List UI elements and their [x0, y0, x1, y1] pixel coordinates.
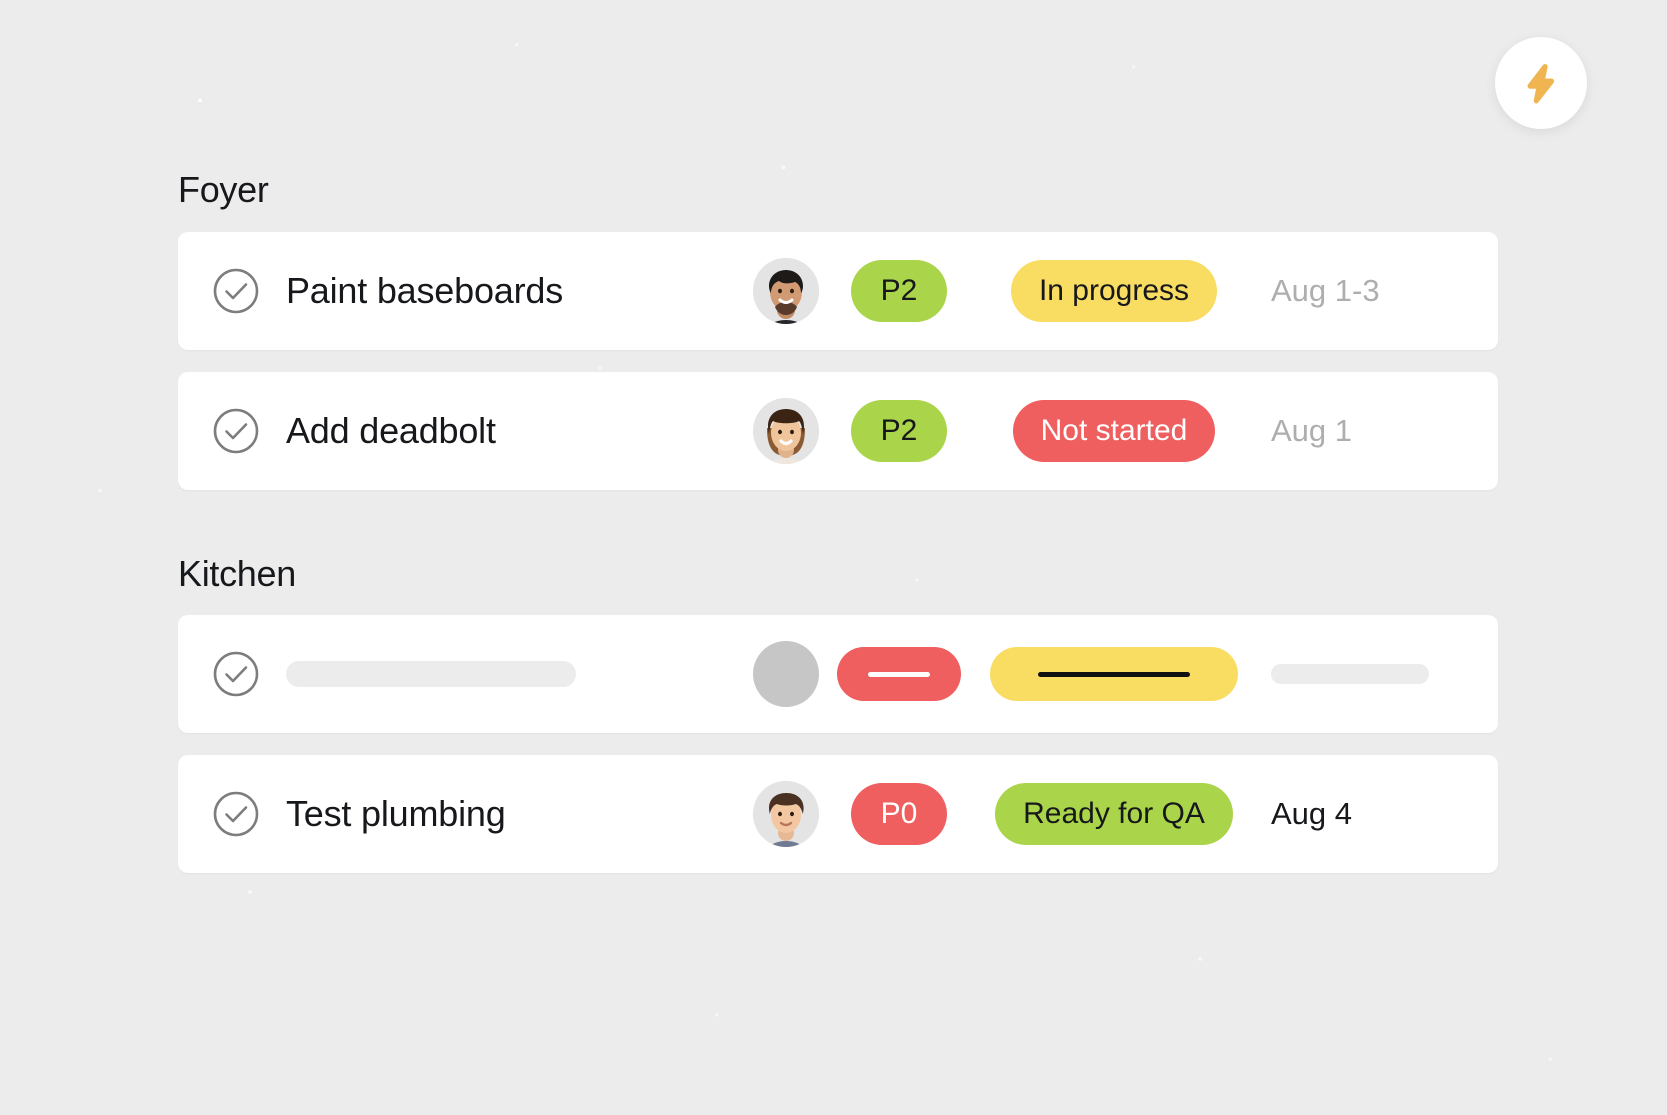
priority-cell [819, 647, 979, 701]
task-row[interactable]: Add deadbolt P2 Not started Aug 1 [178, 372, 1498, 490]
task-date[interactable]: Aug 4 [1271, 796, 1352, 832]
status-cell: In progress [979, 260, 1249, 322]
task-title-placeholder [286, 661, 576, 687]
priority-badge-placeholder[interactable] [837, 647, 961, 701]
status-cell: Ready for QA [979, 783, 1249, 845]
date-cell [1249, 664, 1464, 684]
lightning-bolt-icon [1520, 62, 1562, 104]
task-date[interactable]: Aug 1 [1271, 413, 1352, 449]
section-title: Foyer [178, 170, 1498, 210]
task-section: Kitchen Test plumbing P0 Ready for QA Aug … [178, 554, 1498, 874]
task-row[interactable]: Test plumbing P0 Ready for QA Aug 4 [178, 755, 1498, 873]
status-cell [979, 647, 1249, 701]
task-date[interactable]: Aug 1-3 [1271, 273, 1380, 309]
date-placeholder [1271, 664, 1429, 684]
date-cell: Aug 1-3 [1249, 273, 1464, 309]
avatar[interactable] [753, 258, 819, 324]
task-rows: Paint baseboards P2 In progress Aug 1-3 Ad… [178, 232, 1498, 490]
status-badge[interactable]: Ready for QA [995, 783, 1233, 845]
task-title: Test plumbing [286, 793, 506, 835]
task-row[interactable]: Paint baseboards P2 In progress Aug 1-3 [178, 232, 1498, 350]
task-rows: Test plumbing P0 Ready for QA Aug 4 [178, 615, 1498, 873]
task-row-skeleton[interactable] [178, 615, 1498, 733]
task-meta [753, 641, 1464, 707]
check-circle-icon[interactable] [212, 407, 260, 455]
status-cell: Not started [979, 400, 1249, 462]
priority-text-placeholder [868, 672, 930, 677]
task-list: Foyer Paint baseboards P2 In progress Aug … [178, 170, 1498, 873]
check-circle-icon[interactable] [212, 790, 260, 838]
priority-cell: P0 [819, 783, 979, 845]
priority-cell: P2 [819, 400, 979, 462]
date-cell: Aug 1 [1249, 413, 1464, 449]
page-root: Foyer Paint baseboards P2 In progress Aug … [0, 0, 1667, 1115]
section-title: Kitchen [178, 554, 1498, 594]
priority-cell: P2 [819, 260, 979, 322]
avatar-placeholder [753, 641, 819, 707]
task-meta: P0 Ready for QA Aug 4 [753, 781, 1464, 847]
task-meta: P2 In progress Aug 1-3 [753, 258, 1464, 324]
priority-badge[interactable]: P2 [851, 400, 948, 462]
priority-badge[interactable]: P0 [851, 783, 948, 845]
status-badge[interactable]: In progress [1011, 260, 1217, 322]
check-circle-icon[interactable] [212, 267, 260, 315]
priority-badge[interactable]: P2 [851, 260, 948, 322]
task-title: Add deadbolt [286, 410, 496, 452]
date-cell: Aug 4 [1249, 796, 1464, 832]
avatar[interactable] [753, 781, 819, 847]
task-section: Foyer Paint baseboards P2 In progress Aug … [178, 170, 1498, 490]
avatar[interactable] [753, 398, 819, 464]
task-title: Paint baseboards [286, 270, 563, 312]
status-badge-placeholder[interactable] [990, 647, 1238, 701]
check-circle-icon[interactable] [212, 650, 260, 698]
quick-actions-button[interactable] [1495, 37, 1587, 129]
status-badge[interactable]: Not started [1013, 400, 1216, 462]
task-meta: P2 Not started Aug 1 [753, 398, 1464, 464]
status-text-placeholder [1038, 672, 1190, 677]
